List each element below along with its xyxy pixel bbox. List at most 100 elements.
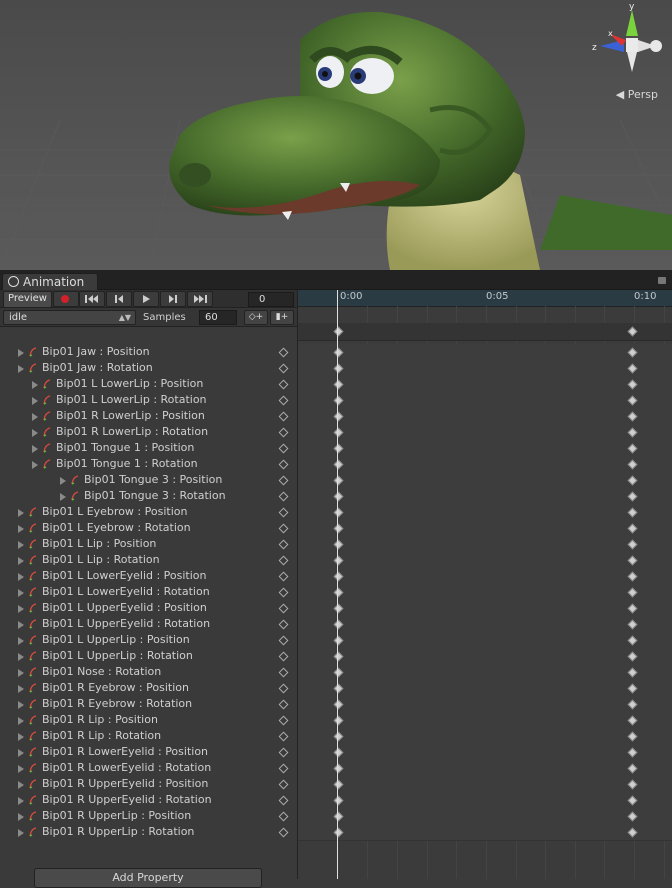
keyframe[interactable] xyxy=(333,491,344,502)
expand-arrow-icon[interactable] xyxy=(32,397,38,405)
keyframe[interactable] xyxy=(627,667,638,678)
property-row[interactable]: Bip01 L UpperLip : Position xyxy=(0,632,297,648)
keyframe[interactable] xyxy=(333,475,344,486)
scene-view[interactable]: y x z ◀ Persp xyxy=(0,0,672,270)
keyframe[interactable] xyxy=(627,827,638,838)
expand-arrow-icon[interactable] xyxy=(18,813,24,821)
property-row[interactable]: Bip01 R UpperLip : Position xyxy=(0,808,297,824)
keyframe-diamond-icon[interactable] xyxy=(278,715,289,726)
property-row[interactable]: Bip01 Tongue 1 : Rotation xyxy=(0,456,297,472)
record-button[interactable] xyxy=(53,291,79,307)
next-frame-button[interactable] xyxy=(160,291,186,307)
keyframe-diamond-icon[interactable] xyxy=(278,827,289,838)
property-row[interactable]: Bip01 L LowerLip : Rotation xyxy=(0,392,297,408)
keyframe[interactable] xyxy=(627,363,638,374)
keyframe-diamond-icon[interactable] xyxy=(278,443,289,454)
keyframe[interactable] xyxy=(627,555,638,566)
keyframe[interactable] xyxy=(333,571,344,582)
keyframe-diamond-icon[interactable] xyxy=(278,523,289,534)
keyframe[interactable] xyxy=(627,779,638,790)
time-ruler[interactable]: 0:00 0:05 0:10 xyxy=(298,290,672,307)
expand-arrow-icon[interactable] xyxy=(32,381,38,389)
property-row[interactable]: Bip01 L Lip : Position xyxy=(0,536,297,552)
add-keyframe-button[interactable]: ◇+ xyxy=(244,310,268,325)
keyframe[interactable] xyxy=(627,459,638,470)
keyframe[interactable] xyxy=(333,395,344,406)
keyframe[interactable] xyxy=(333,603,344,614)
keyframe[interactable] xyxy=(333,507,344,518)
keyframe-diamond-icon[interactable] xyxy=(278,667,289,678)
keyframe-diamond-icon[interactable] xyxy=(278,683,289,694)
keyframe-diamond-icon[interactable] xyxy=(278,603,289,614)
keyframe[interactable] xyxy=(627,379,638,390)
expand-arrow-icon[interactable] xyxy=(32,413,38,421)
keyframe[interactable] xyxy=(333,555,344,566)
keyframe-diamond-icon[interactable] xyxy=(278,395,289,406)
property-row[interactable]: Bip01 L Eyebrow : Rotation xyxy=(0,520,297,536)
keyframe[interactable] xyxy=(333,715,344,726)
clip-select[interactable]: idle ▲▼ xyxy=(3,310,136,325)
property-row[interactable]: Bip01 R UpperLip : Rotation xyxy=(0,824,297,840)
property-row[interactable]: Bip01 R LowerEyelid : Position xyxy=(0,744,297,760)
last-frame-button[interactable] xyxy=(187,291,213,307)
property-row[interactable]: Bip01 R Eyebrow : Position xyxy=(0,680,297,696)
keyframe[interactable] xyxy=(627,715,638,726)
keyframe[interactable] xyxy=(333,523,344,534)
keyframe[interactable] xyxy=(627,571,638,582)
keyframe-diamond-icon[interactable] xyxy=(278,539,289,550)
keyframe[interactable] xyxy=(627,491,638,502)
keyframe[interactable] xyxy=(627,411,638,422)
keyframe[interactable] xyxy=(627,811,638,822)
keyframe-diamond-icon[interactable] xyxy=(278,459,289,470)
keyframe[interactable] xyxy=(333,731,344,742)
property-row[interactable]: Bip01 R Lip : Rotation xyxy=(0,728,297,744)
expand-arrow-icon[interactable] xyxy=(18,541,24,549)
expand-arrow-icon[interactable] xyxy=(18,685,24,693)
expand-arrow-icon[interactable] xyxy=(18,365,24,373)
keyframe-diamond-icon[interactable] xyxy=(278,763,289,774)
keyframe[interactable] xyxy=(627,427,638,438)
expand-arrow-icon[interactable] xyxy=(18,589,24,597)
expand-arrow-icon[interactable] xyxy=(18,573,24,581)
property-row[interactable]: Bip01 R UpperEyelid : Rotation xyxy=(0,792,297,808)
keyframe-diamond-icon[interactable] xyxy=(278,411,289,422)
expand-arrow-icon[interactable] xyxy=(18,781,24,789)
property-row[interactable]: Bip01 Jaw : Position xyxy=(0,344,297,360)
keyframe[interactable] xyxy=(627,587,638,598)
expand-arrow-icon[interactable] xyxy=(18,653,24,661)
keyframe-diamond-icon[interactable] xyxy=(278,507,289,518)
property-row[interactable]: Bip01 Tongue 3 : Position xyxy=(0,472,297,488)
property-row[interactable]: Bip01 L LowerLip : Position xyxy=(0,376,297,392)
frame-input[interactable]: 0 xyxy=(248,292,294,307)
expand-arrow-icon[interactable] xyxy=(18,525,24,533)
property-row[interactable]: Bip01 L UpperLip : Rotation xyxy=(0,648,297,664)
expand-arrow-icon[interactable] xyxy=(18,637,24,645)
keyframe-diamond-icon[interactable] xyxy=(278,427,289,438)
property-row[interactable]: Bip01 L UpperEyelid : Position xyxy=(0,600,297,616)
keyframe[interactable] xyxy=(333,347,344,358)
keyframe[interactable] xyxy=(333,683,344,694)
keyframe[interactable] xyxy=(627,651,638,662)
expand-arrow-icon[interactable] xyxy=(18,557,24,565)
tab-animation[interactable]: Animation xyxy=(2,273,98,291)
keyframe[interactable] xyxy=(627,619,638,630)
property-row[interactable]: Bip01 R Lip : Position xyxy=(0,712,297,728)
property-row[interactable]: Bip01 L Lip : Rotation xyxy=(0,552,297,568)
keyframe-diamond-icon[interactable] xyxy=(278,795,289,806)
keyframe-diamond-icon[interactable] xyxy=(278,731,289,742)
property-row[interactable]: Bip01 R LowerLip : Position xyxy=(0,408,297,424)
property-row[interactable]: Bip01 L Eyebrow : Position xyxy=(0,504,297,520)
keyframe[interactable] xyxy=(333,635,344,646)
property-row[interactable]: Bip01 Nose : Rotation xyxy=(0,664,297,680)
previous-frame-button[interactable] xyxy=(106,291,132,307)
keyframe[interactable] xyxy=(627,683,638,694)
expand-arrow-icon[interactable] xyxy=(18,797,24,805)
keyframe[interactable] xyxy=(333,779,344,790)
keyframe[interactable] xyxy=(333,539,344,550)
keyframe-diamond-icon[interactable] xyxy=(278,555,289,566)
keyframe-diamond-icon[interactable] xyxy=(278,347,289,358)
keyframe[interactable] xyxy=(333,763,344,774)
keyframe-diamond-icon[interactable] xyxy=(278,587,289,598)
samples-input[interactable]: 60 xyxy=(199,310,237,325)
keyframe[interactable] xyxy=(627,347,638,358)
